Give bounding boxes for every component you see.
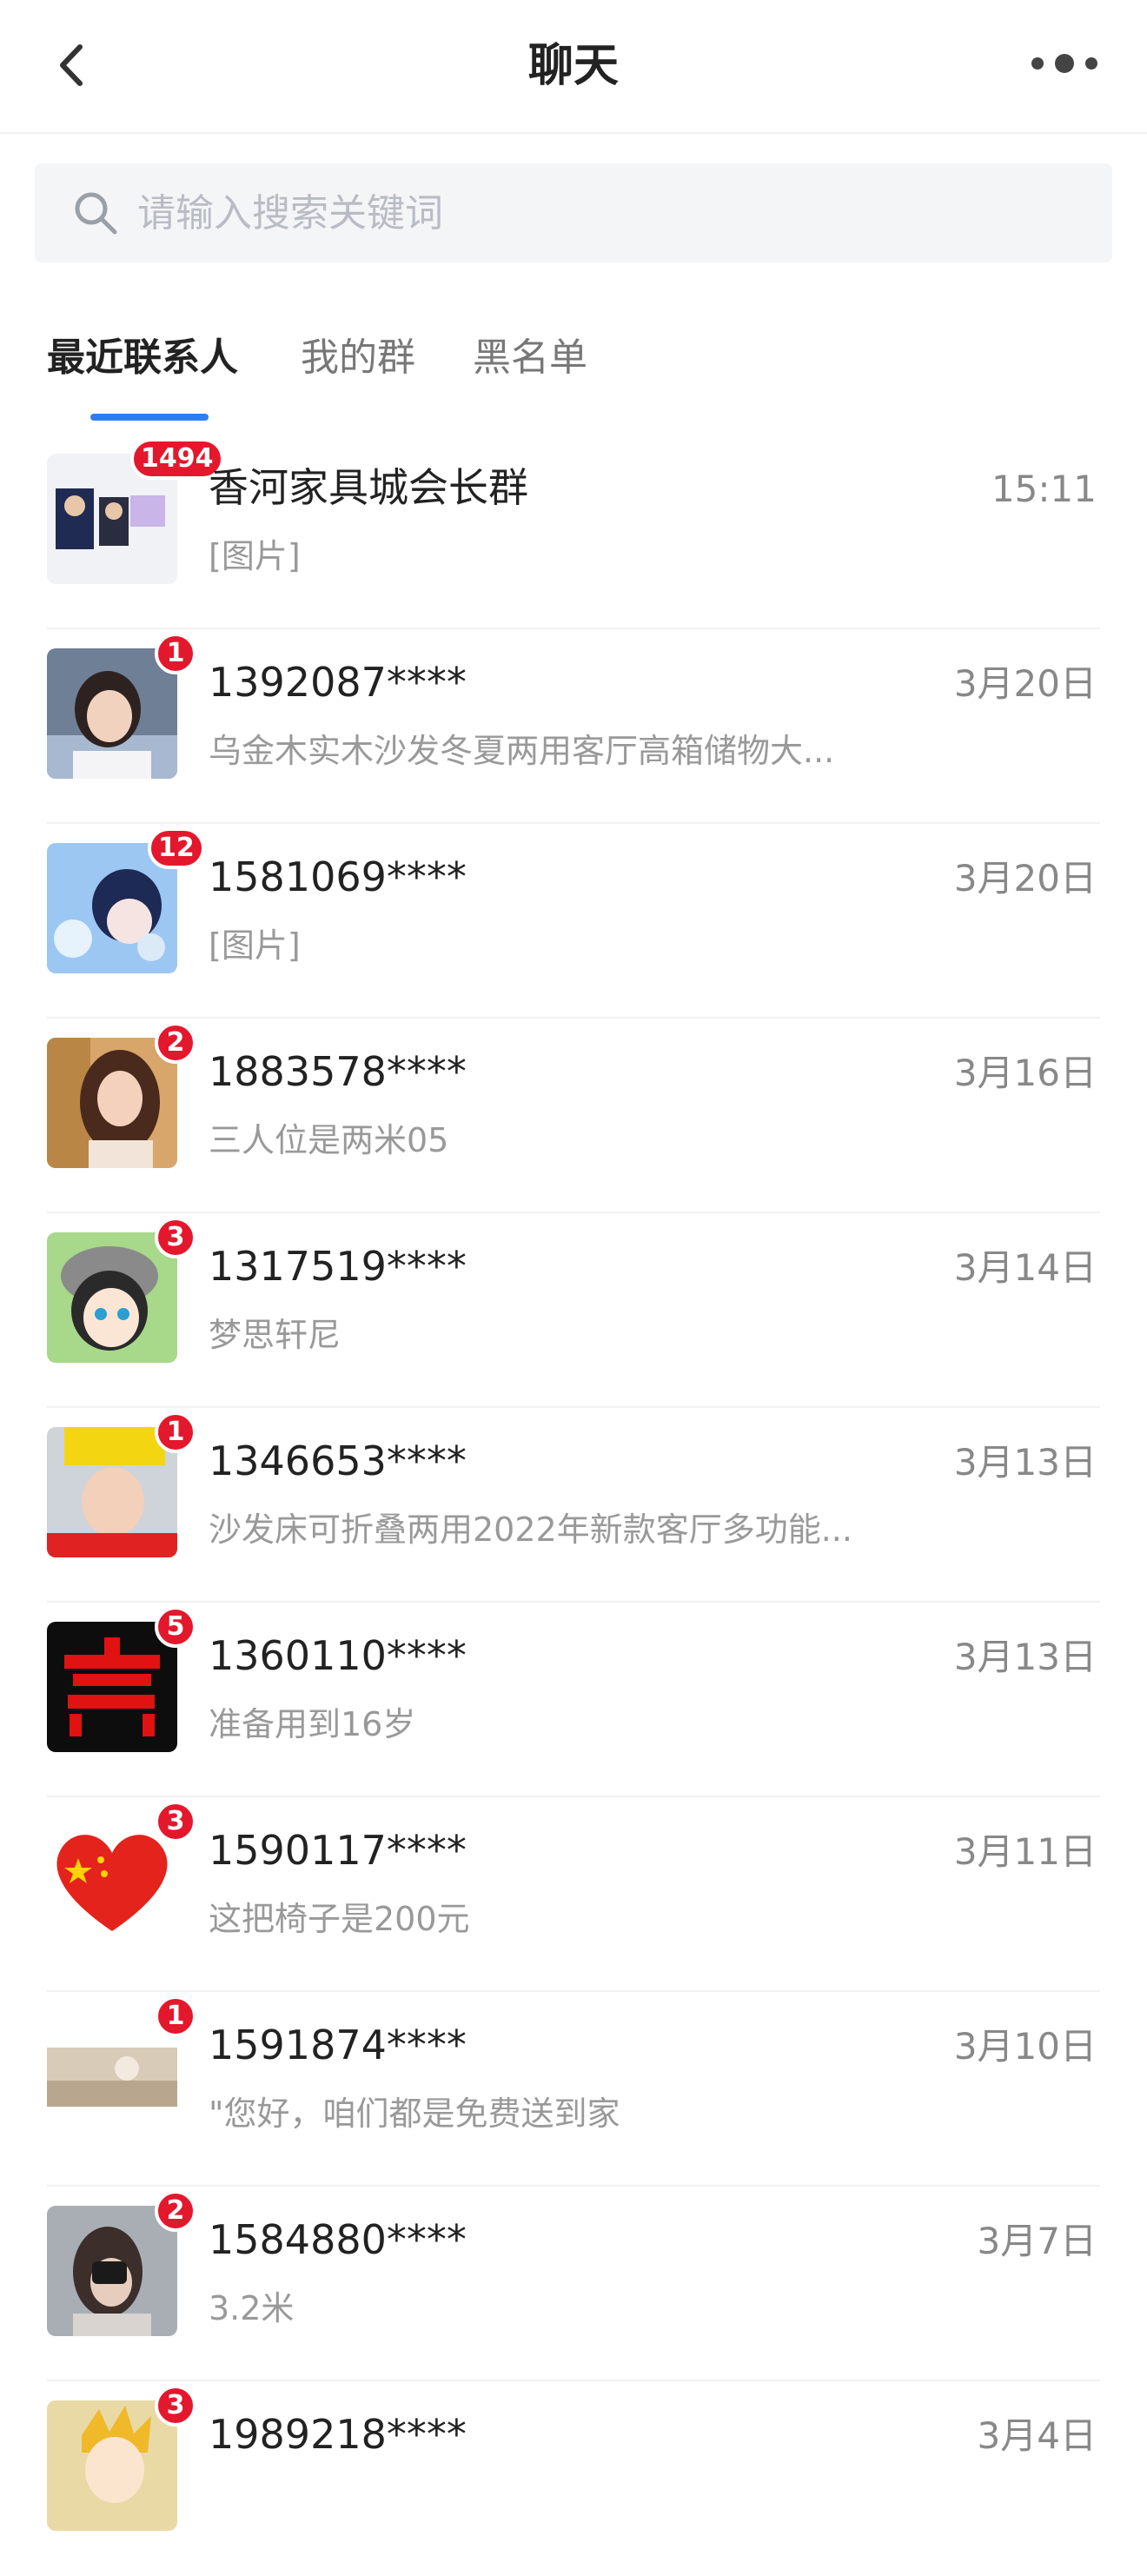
conversation-row[interactable]: 12 1581069**** 3月20日 [图片] <box>0 824 1147 1019</box>
avatar <box>47 2206 177 2336</box>
tab-recent-contacts[interactable]: 最近联系人 <box>47 323 238 393</box>
search-input[interactable] <box>136 189 1112 236</box>
contact-name: 香河家具城会长群 <box>209 464 528 511</box>
unread-badge: 1 <box>155 1995 196 2037</box>
avatar <box>47 1622 177 1752</box>
contact-name: 1346653**** <box>209 1437 467 1484</box>
avatar <box>47 1232 177 1363</box>
message-preview: [图片] <box>209 926 301 965</box>
message-preview: 沙发床可折叠两用2022年新款客厅多功能... <box>209 1510 852 1549</box>
unread-badge: 3 <box>155 2385 196 2427</box>
conversation-row[interactable]: 1 1591874**** 3月10日 "您好，咱们都是免费送到家 <box>0 1992 1147 2187</box>
message-preview: 梦思轩尼 <box>209 1316 341 1354</box>
message-preview: 这把椅子是200元 <box>209 1900 470 1938</box>
avatar <box>47 1038 177 1168</box>
search-bar[interactable] <box>35 163 1112 262</box>
page-title: 聊天 <box>527 40 619 92</box>
message-preview: 乌金木实木沙发冬夏两用客厅高箱储物大... <box>209 732 835 770</box>
unread-badge: 2 <box>155 1022 196 1064</box>
contact-name: 1360110**** <box>209 1632 467 1679</box>
unread-badge: 1 <box>155 633 196 674</box>
avatar <box>47 2400 177 2531</box>
message-time: 3月13日 <box>953 1636 1097 1678</box>
contact-name: 1317519**** <box>209 1243 467 1290</box>
unread-badge: 3 <box>155 1217 196 1258</box>
conversation-row[interactable]: 1494 香河家具城会长群 15:11 [图片] <box>0 435 1147 629</box>
avatar <box>47 648 177 779</box>
message-preview: [图片] <box>209 537 301 575</box>
conversation-row[interactable]: 2 1883578**** 3月16日 三人位是两米05 <box>0 1019 1147 1213</box>
conversation-row[interactable]: 3 1590117**** 3月11日 这把椅子是200元 <box>0 1797 1147 1992</box>
contact-name: 1581069**** <box>209 853 467 900</box>
contact-name: 1590117**** <box>209 1827 467 1874</box>
contact-name: 1584880**** <box>209 2216 467 2263</box>
message-preview: 准备用到16岁 <box>209 1705 416 1743</box>
avatar <box>47 1427 177 1557</box>
more-dots-icon <box>1031 54 1097 73</box>
contact-name: 1591874**** <box>209 2022 467 2068</box>
message-preview: 三人位是两米05 <box>209 1121 449 1159</box>
conversation-row[interactable]: 3 1317519**** 3月14日 梦思轩尼 <box>0 1213 1147 1408</box>
message-time: 3月4日 <box>977 2414 1097 2457</box>
nav-bar: 聊天 <box>0 0 1147 134</box>
conversation-row[interactable]: 2 1584880**** 3月7日 3.2米 <box>0 2187 1147 2381</box>
conversation-row[interactable]: 1 1346653**** 3月13日 沙发床可折叠两用2022年新款客厅多功能… <box>0 1408 1147 1603</box>
tab-blacklist[interactable]: 黑名单 <box>473 323 587 393</box>
message-time: 3月14日 <box>953 1246 1097 1289</box>
unread-badge: 12 <box>148 827 205 869</box>
message-time: 3月20日 <box>953 857 1097 900</box>
message-time: 3月10日 <box>953 2025 1097 2068</box>
avatar <box>47 1816 177 1947</box>
message-time: 3月11日 <box>953 1830 1097 1873</box>
message-time: 15:11 <box>991 468 1097 510</box>
conversation-row[interactable]: 3 1989218**** 3月4日 <box>0 2381 1147 2576</box>
unread-badge: 5 <box>155 1606 196 1648</box>
contact-name: 1883578**** <box>209 1048 467 1095</box>
more-button[interactable] <box>1025 42 1104 85</box>
avatar <box>47 2011 177 2141</box>
unread-badge: 1 <box>155 1411 196 1453</box>
search-icon <box>75 192 117 235</box>
unread-badge: 2 <box>155 2190 196 2232</box>
conversation-row[interactable]: 1 1392087**** 3月20日 乌金木实木沙发冬夏两用客厅高箱储物大..… <box>0 629 1147 824</box>
conversation-row[interactable]: 5 1360110**** 3月13日 准备用到16岁 <box>0 1603 1147 1797</box>
message-time: 3月16日 <box>953 1052 1097 1094</box>
tab-my-groups[interactable]: 我的群 <box>301 323 415 393</box>
contact-name: 1392087**** <box>209 659 467 706</box>
message-time: 3月13日 <box>953 1441 1097 1484</box>
active-tab-indicator <box>90 414 209 421</box>
message-time: 3月20日 <box>953 662 1097 705</box>
message-preview: 3.2米 <box>209 2289 295 2327</box>
message-preview: "您好，咱们都是免费送到家 <box>209 2095 620 2133</box>
unread-badge: 3 <box>155 1801 196 1842</box>
contact-name: 1989218**** <box>209 2411 467 2458</box>
message-time: 3月7日 <box>977 2220 1097 2262</box>
